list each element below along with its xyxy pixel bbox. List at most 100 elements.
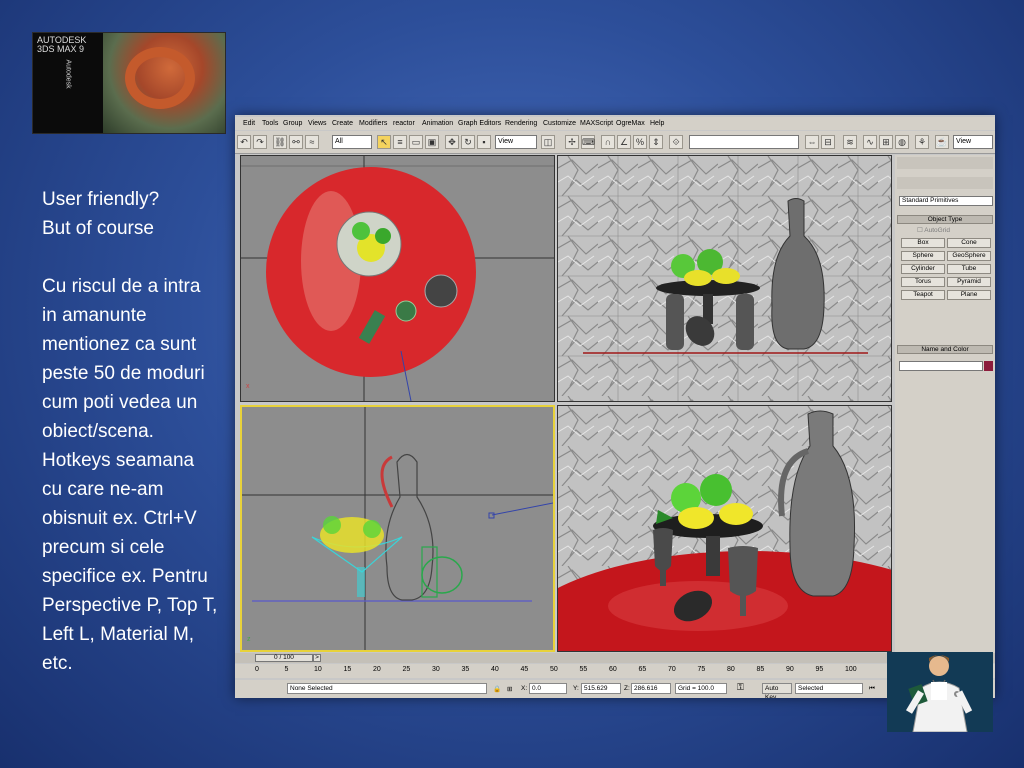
- absolute-mode-icon[interactable]: ⊞: [507, 685, 512, 693]
- time-slider-next-icon[interactable]: >: [313, 654, 321, 662]
- z-coordinate-field[interactable]: 286.616: [631, 683, 671, 694]
- viewport-top[interactable]: x: [240, 155, 555, 402]
- render-scene-icon[interactable]: ⚘: [915, 135, 929, 149]
- viewport-left[interactable]: z: [240, 405, 555, 652]
- object-color-swatch[interactable]: [984, 361, 993, 371]
- menu-graph-editors[interactable]: Graph Editors: [458, 120, 501, 127]
- lock-selection-icon[interactable]: 🔒: [493, 685, 501, 693]
- slide-notes: User friendly? But of course Cu riscul d…: [42, 185, 242, 678]
- align-icon[interactable]: ⊟: [821, 135, 835, 149]
- go-to-start-icon[interactable]: ⏮: [869, 685, 875, 693]
- ruler-tick-label: 55: [579, 666, 588, 673]
- lemon: [678, 507, 714, 529]
- select-object-icon[interactable]: ↖: [377, 135, 391, 149]
- command-panel-tabs[interactable]: [897, 157, 993, 169]
- undo-icon[interactable]: ↶: [237, 135, 251, 149]
- ruler-tick-label: 100: [845, 666, 857, 673]
- keyboard-shortcut-icon[interactable]: ⌨: [581, 135, 595, 149]
- doctor-clipart: [887, 652, 993, 732]
- notes-line: cum poti vedea un: [42, 392, 198, 413]
- menu-modifiers[interactable]: Modifiers: [359, 120, 387, 127]
- pivot-center-icon[interactable]: ◫: [541, 135, 555, 149]
- angle-snap-icon[interactable]: ∠: [617, 135, 631, 149]
- manipulate-icon[interactable]: ✢: [565, 135, 579, 149]
- menu-group[interactable]: Group: [283, 120, 302, 127]
- render-view-dropdown[interactable]: View: [953, 135, 993, 149]
- quick-render-icon[interactable]: ☕: [935, 135, 949, 149]
- menu-edit[interactable]: Edit: [243, 120, 255, 127]
- autogrid-checkbox[interactable]: ☐ AutoGrid: [917, 226, 950, 234]
- menu-rendering[interactable]: Rendering: [505, 120, 537, 127]
- primitive-category-dropdown[interactable]: Standard Primitives: [899, 196, 993, 206]
- geosphere-button[interactable]: GeoSphere: [947, 251, 991, 261]
- selection-filter-dropdown[interactable]: All: [332, 135, 372, 149]
- menu-customize[interactable]: Customize: [543, 120, 576, 127]
- menu-create[interactable]: Create: [332, 120, 353, 127]
- ruler-tick-label: 5: [284, 666, 289, 673]
- percent-snap-icon[interactable]: %: [633, 135, 647, 149]
- notes-line: peste 50 de moduri: [42, 363, 205, 384]
- track-bar-ruler[interactable]: 0 5 10 15 20 25 30 35 40 45 50 55 60 65 70 75 80 85 90 95 10…: [235, 664, 995, 678]
- named-selection-dropdown[interactable]: [689, 135, 799, 149]
- material-editor-icon[interactable]: ◍: [895, 135, 909, 149]
- app-window: Edit Tools Group Views Create Modifiers …: [235, 115, 995, 698]
- notes-line: Cu riscul de a intra: [42, 276, 201, 297]
- time-slider-track[interactable]: 0 / 100 >: [235, 653, 995, 663]
- redo-icon[interactable]: ↷: [253, 135, 267, 149]
- schematic-view-icon[interactable]: ⊞: [879, 135, 893, 149]
- auto-key-button[interactable]: Auto Key: [762, 683, 792, 698]
- viewport-front[interactable]: [557, 155, 892, 402]
- viewport-left-graphic: z: [242, 407, 553, 650]
- move-icon[interactable]: ✥: [445, 135, 459, 149]
- edit-named-selections-icon[interactable]: ⟐: [669, 135, 683, 149]
- snap-toggle-icon[interactable]: ∩: [601, 135, 615, 149]
- rotate-icon[interactable]: ↻: [461, 135, 475, 149]
- viewport-perspective[interactable]: [557, 405, 892, 652]
- menu-maxscript[interactable]: MAXScript: [580, 120, 613, 127]
- create-category-icons[interactable]: [897, 177, 993, 189]
- curve-editor-icon[interactable]: ∿: [863, 135, 877, 149]
- object-type-rollout[interactable]: Object Type: [897, 215, 993, 224]
- layer-manager-icon[interactable]: ≋: [843, 135, 857, 149]
- pyramid-button[interactable]: Pyramid: [947, 277, 991, 287]
- object-name-field[interactable]: [899, 361, 983, 371]
- menu-help[interactable]: Help: [650, 120, 664, 127]
- scale-icon[interactable]: ▪: [477, 135, 491, 149]
- svg-text:z: z: [247, 636, 251, 643]
- teapot-button[interactable]: Teapot: [901, 290, 945, 300]
- select-by-name-icon[interactable]: ≡: [393, 135, 407, 149]
- x-coordinate-field[interactable]: 0.0: [529, 683, 567, 694]
- sphere-button[interactable]: Sphere: [901, 251, 945, 261]
- link-icon[interactable]: ⛓: [273, 135, 287, 149]
- reference-coord-dropdown[interactable]: View: [495, 135, 537, 149]
- notes-line: mentionez ca sunt: [42, 334, 197, 355]
- time-slider[interactable]: 0 / 100: [255, 654, 313, 662]
- menu-views[interactable]: Views: [308, 120, 327, 127]
- bind-space-warp-icon[interactable]: ≈: [305, 135, 319, 149]
- notes-line: Perspective P, Top T,: [42, 595, 218, 616]
- viewport-perspective-graphic: [558, 406, 891, 651]
- y-coordinate-field[interactable]: 515.629: [581, 683, 621, 694]
- menu-reactor[interactable]: reactor: [393, 120, 415, 127]
- mirror-icon[interactable]: ⇔: [805, 135, 819, 149]
- key-filter-dropdown[interactable]: Selected: [795, 683, 863, 694]
- set-key-icon[interactable]: ⚿: [737, 682, 744, 693]
- tube-button[interactable]: Tube: [947, 264, 991, 274]
- cylinder-button[interactable]: Cylinder: [901, 264, 945, 274]
- unlink-icon[interactable]: ⚯: [289, 135, 303, 149]
- window-crossing-icon[interactable]: ▣: [425, 135, 439, 149]
- box-button[interactable]: Box: [901, 238, 945, 248]
- name-and-color-rollout[interactable]: Name and Color: [897, 345, 993, 354]
- spinner-snap-icon[interactable]: ⇕: [649, 135, 663, 149]
- ruler-tick-label: 15: [343, 666, 352, 673]
- menu-ogremax[interactable]: OgreMax: [616, 120, 645, 127]
- torus-button[interactable]: Torus: [901, 277, 945, 287]
- cone-button[interactable]: Cone: [947, 238, 991, 248]
- menu-animation[interactable]: Animation: [422, 120, 453, 127]
- plane-button[interactable]: Plane: [947, 290, 991, 300]
- notes-line: cu care ne-am: [42, 479, 164, 500]
- menu-tools[interactable]: Tools: [262, 120, 278, 127]
- notes-line: Hotkeys seamana: [42, 450, 195, 471]
- region-select-icon[interactable]: ▭: [409, 135, 423, 149]
- jug-wireframe: [385, 453, 434, 601]
